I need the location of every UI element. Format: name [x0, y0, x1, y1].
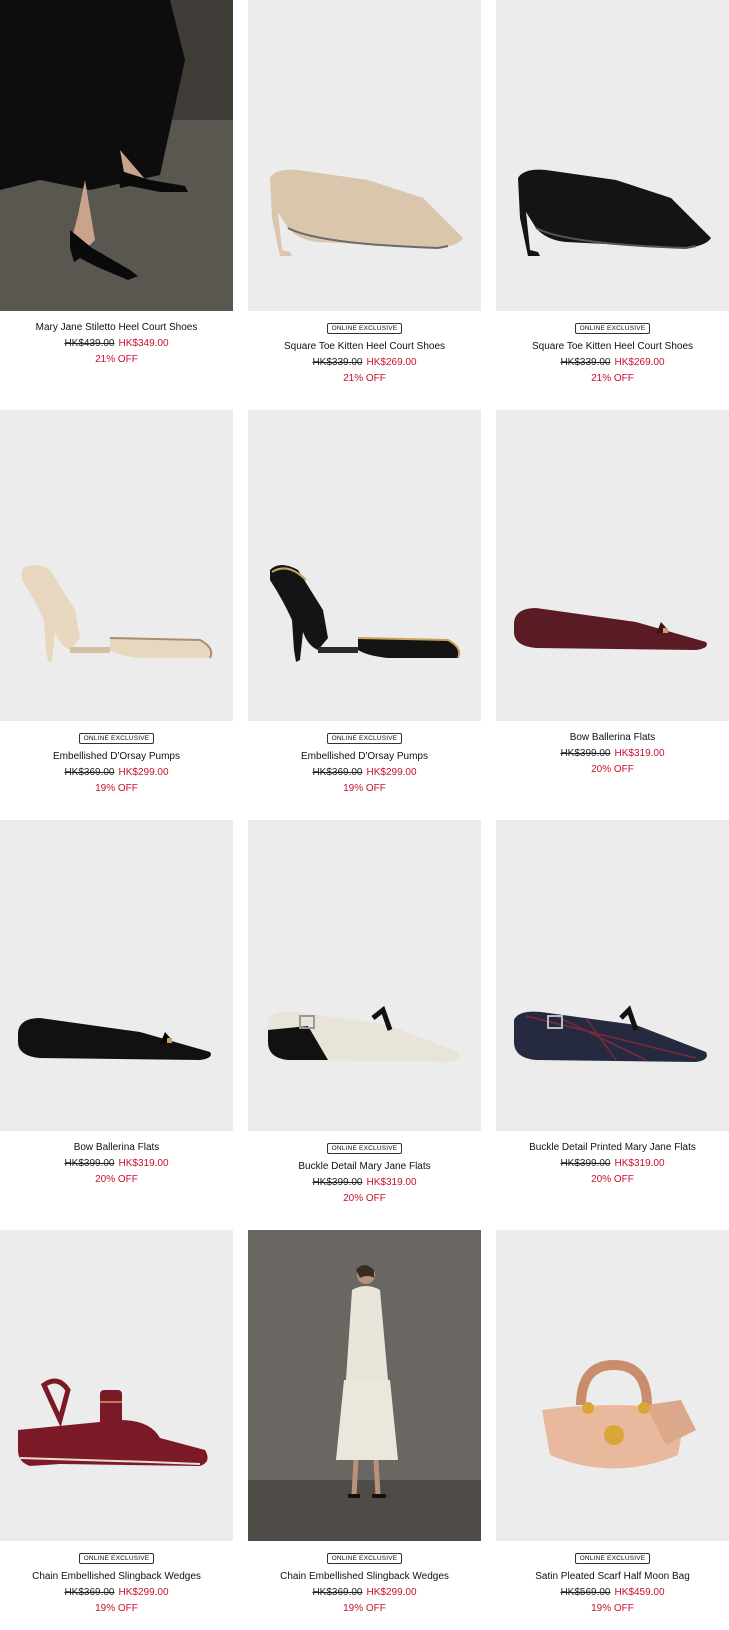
sale-price: HK$459.00	[614, 1587, 665, 1598]
price-row: HK$339.00 HK$269.00	[248, 355, 481, 371]
product-image-buckle-mary-jane-cream[interactable]	[248, 820, 481, 1131]
discount-label: 19% OFF	[343, 783, 386, 794]
original-price: HK$369.00	[64, 1587, 115, 1598]
price-row: HK$369.00 HK$299.00	[0, 765, 233, 781]
discount-label: 20% OFF	[591, 1174, 634, 1185]
product-name[interactable]: Chain Embellished Slingback Wedges	[0, 1569, 233, 1585]
sale-price: HK$349.00	[118, 338, 169, 349]
price-row: HK$399.00 HK$319.00	[0, 1156, 233, 1172]
sale-price: HK$319.00	[614, 748, 665, 759]
online-exclusive-badge: ONLINE EXCLUSIVE	[574, 323, 651, 334]
product-image-square-toe-beige[interactable]	[248, 0, 481, 311]
product-card[interactable]: Mary Jane Stiletto Heel Court Shoes HK$4…	[0, 0, 233, 368]
original-price: HK$439.00	[64, 338, 115, 349]
original-price: HK$569.00	[560, 1587, 611, 1598]
product-name[interactable]: Square Toe Kitten Heel Court Shoes	[496, 339, 729, 355]
discount-label: 19% OFF	[95, 1603, 138, 1614]
original-price: HK$339.00	[312, 357, 363, 368]
product-image-half-moon-bag[interactable]	[496, 1230, 729, 1541]
online-exclusive-badge: ONLINE EXCLUSIVE	[78, 733, 155, 744]
product-card[interactable]: ONLINE EXCLUSIVE Chain Embellished Sling…	[0, 1230, 233, 1617]
price-row: HK$369.00 HK$299.00	[248, 1585, 481, 1601]
product-image-dorsay-beige[interactable]	[0, 410, 233, 721]
product-card[interactable]: Bow Ballerina Flats HK$399.00 HK$319.00 2…	[496, 410, 729, 778]
discount-label: 19% OFF	[95, 783, 138, 794]
original-price: HK$369.00	[64, 767, 115, 778]
product-image-mary-jane-stiletto[interactable]	[0, 0, 233, 311]
discount-label: 21% OFF	[591, 373, 634, 384]
online-exclusive-badge: ONLINE EXCLUSIVE	[574, 1553, 651, 1564]
product-image-slingback-wedge[interactable]	[0, 1230, 233, 1541]
sale-price: HK$319.00	[366, 1177, 417, 1188]
product-name[interactable]: Chain Embellished Slingback Wedges	[248, 1569, 481, 1585]
product-card[interactable]: ONLINE EXCLUSIVE Square Toe Kitten Heel …	[496, 0, 729, 387]
product-name[interactable]: Buckle Detail Printed Mary Jane Flats	[496, 1140, 729, 1156]
product-image-bow-ballerina-burgundy[interactable]	[496, 410, 729, 721]
price-row: HK$439.00 HK$349.00	[0, 336, 233, 352]
online-exclusive-badge: ONLINE EXCLUSIVE	[78, 1553, 155, 1564]
discount-label: 19% OFF	[343, 1603, 386, 1614]
discount-label: 21% OFF	[343, 373, 386, 384]
sale-price: HK$319.00	[118, 1158, 169, 1169]
product-name[interactable]: Bow Ballerina Flats	[496, 730, 729, 746]
price-row: HK$399.00 HK$319.00	[496, 746, 729, 762]
price-row: HK$399.00 HK$319.00	[248, 1175, 481, 1191]
product-card[interactable]: ONLINE EXCLUSIVE Embellished D'Orsay Pum…	[0, 410, 233, 797]
product-card[interactable]: Bow Ballerina Flats HK$399.00 HK$319.00 2…	[0, 820, 233, 1188]
online-exclusive-badge: ONLINE EXCLUSIVE	[326, 1143, 403, 1154]
original-price: HK$399.00	[560, 748, 611, 759]
product-image-bow-ballerina-black[interactable]	[0, 820, 233, 1131]
sale-price: HK$299.00	[118, 1587, 169, 1598]
product-name[interactable]: Square Toe Kitten Heel Court Shoes	[248, 339, 481, 355]
price-row: HK$369.00 HK$299.00	[248, 765, 481, 781]
original-price: HK$369.00	[312, 1587, 363, 1598]
product-name[interactable]: Buckle Detail Mary Jane Flats	[248, 1159, 481, 1175]
product-name[interactable]: Mary Jane Stiletto Heel Court Shoes	[0, 320, 233, 336]
product-card[interactable]: ONLINE EXCLUSIVE Chain Embellished Sling…	[248, 1230, 481, 1617]
product-image-buckle-printed-mary-jane[interactable]	[496, 820, 729, 1131]
product-card[interactable]: ONLINE EXCLUSIVE Embellished D'Orsay Pum…	[248, 410, 481, 797]
original-price: HK$369.00	[312, 767, 363, 778]
price-row: HK$339.00 HK$269.00	[496, 355, 729, 371]
product-name[interactable]: Bow Ballerina Flats	[0, 1140, 233, 1156]
online-exclusive-badge: ONLINE EXCLUSIVE	[326, 733, 403, 744]
product-image-dorsay-black[interactable]	[248, 410, 481, 721]
discount-label: 21% OFF	[95, 354, 138, 365]
original-price: HK$399.00	[64, 1158, 115, 1169]
product-name[interactable]: Satin Pleated Scarf Half Moon Bag	[496, 1569, 729, 1585]
discount-label: 19% OFF	[591, 1603, 634, 1614]
product-card[interactable]: ONLINE EXCLUSIVE Buckle Detail Mary Jane…	[248, 820, 481, 1207]
sale-price: HK$299.00	[118, 767, 169, 778]
sale-price: HK$299.00	[366, 1587, 417, 1598]
sale-price: HK$299.00	[366, 767, 417, 778]
sale-price: HK$269.00	[614, 357, 665, 368]
discount-label: 20% OFF	[343, 1193, 386, 1204]
sale-price: HK$269.00	[366, 357, 417, 368]
product-card[interactable]: Buckle Detail Printed Mary Jane Flats HK…	[496, 820, 729, 1188]
discount-label: 20% OFF	[591, 764, 634, 775]
product-image-slingback-wedge-model[interactable]	[248, 1230, 481, 1541]
product-card[interactable]: ONLINE EXCLUSIVE Square Toe Kitten Heel …	[248, 0, 481, 387]
price-row: HK$399.00 HK$319.00	[496, 1156, 729, 1172]
price-row: HK$569.00 HK$459.00	[496, 1585, 729, 1601]
product-grid: Mary Jane Stiletto Heel Court Shoes HK$4…	[0, 0, 729, 1630]
discount-label: 20% OFF	[95, 1174, 138, 1185]
original-price: HK$399.00	[312, 1177, 363, 1188]
product-image-square-toe-black[interactable]	[496, 0, 729, 311]
original-price: HK$339.00	[560, 357, 611, 368]
price-row: HK$369.00 HK$299.00	[0, 1585, 233, 1601]
product-card[interactable]: ONLINE EXCLUSIVE Satin Pleated Scarf Hal…	[496, 1230, 729, 1617]
product-name[interactable]: Embellished D'Orsay Pumps	[0, 749, 233, 765]
online-exclusive-badge: ONLINE EXCLUSIVE	[326, 1553, 403, 1564]
original-price: HK$399.00	[560, 1158, 611, 1169]
product-name[interactable]: Embellished D'Orsay Pumps	[248, 749, 481, 765]
sale-price: HK$319.00	[614, 1158, 665, 1169]
online-exclusive-badge: ONLINE EXCLUSIVE	[326, 323, 403, 334]
